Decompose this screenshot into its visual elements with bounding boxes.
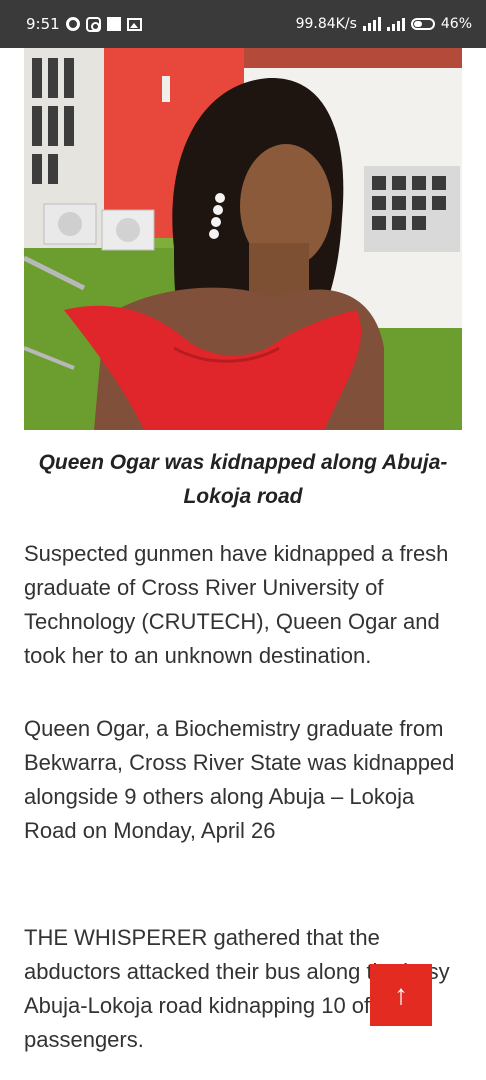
clock: 9:51	[26, 15, 60, 33]
gallery-icon	[126, 17, 142, 31]
battery-icon	[410, 18, 435, 30]
signal-icon	[386, 17, 405, 31]
status-bar: 9:51 99.84K/s 46%	[0, 0, 486, 48]
status-right: 99.84K/s 46%	[296, 16, 472, 32]
notification-square-icon	[106, 17, 121, 31]
back-to-top-button[interactable]: ↑	[370, 964, 432, 1026]
status-left: 9:51	[26, 15, 142, 33]
article-paragraph: Suspected gunmen have kidnapped a fresh …	[24, 541, 449, 668]
image-caption: Queen Ogar was kidnapped along Abuja-Lok…	[38, 451, 448, 508]
opera-icon	[65, 17, 80, 31]
signal-icon	[362, 17, 381, 31]
arrow-up-icon: ↑	[394, 979, 408, 1010]
instagram-icon	[85, 16, 101, 32]
battery-percent: 46%	[440, 16, 472, 32]
article-image	[24, 48, 462, 430]
article-paragraph: Queen Ogar, a Biochemistry graduate from…	[24, 716, 455, 843]
network-speed: 99.84K/s	[295, 16, 357, 32]
